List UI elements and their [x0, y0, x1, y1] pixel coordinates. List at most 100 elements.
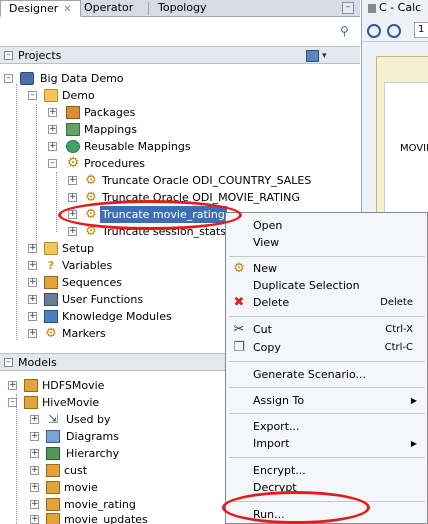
menu-separator — [229, 316, 425, 317]
menu-item-decrypt[interactable]: Decrypt — [226, 479, 427, 497]
procedure-label: Truncate Oracle ODI_MOVIE_RATING — [102, 191, 300, 204]
tree-node-project[interactable]: – Big Data Demo — [0, 70, 350, 87]
menu-item-import[interactable]: Import ▶ — [226, 435, 427, 453]
menu-item-view[interactable]: View — [226, 234, 427, 252]
tab-topology[interactable]: Topology — [150, 0, 215, 17]
menu-item-label: New — [253, 262, 277, 275]
expand-icon[interactable]: + — [30, 515, 39, 524]
menu-item-generate-scenario[interactable]: Generate Scenario... — [226, 366, 427, 384]
expand-icon[interactable]: + — [28, 278, 37, 287]
expand-icon[interactable]: + — [30, 432, 39, 441]
tree-node-procedures[interactable]: – ⚙ Procedures — [0, 155, 350, 172]
collapse-icon[interactable]: – — [8, 398, 17, 407]
expand-icon[interactable]: + — [28, 244, 37, 253]
menu-item-encrypt[interactable]: Encrypt... — [226, 462, 427, 480]
projects-header[interactable]: – Projects ▾ — [0, 46, 360, 64]
new-project-icon[interactable] — [306, 50, 319, 62]
tree-node-datastore[interactable]: + cust — [0, 462, 230, 479]
menu-item-new[interactable]: ⚙ New — [226, 260, 427, 278]
menu-item-delete[interactable]: ✖ Delete Delete — [226, 294, 427, 312]
collapse-icon[interactable]: – — [4, 51, 13, 60]
expand-icon[interactable]: + — [48, 142, 57, 151]
expand-icon[interactable]: + — [8, 381, 17, 390]
tree-node-datastore[interactable]: + movie_updates — [0, 511, 230, 524]
submenu-arrow-icon: ▶ — [410, 396, 417, 405]
procedure-icon: ⚙ — [85, 224, 97, 239]
collapse-icon[interactable]: – — [4, 358, 13, 367]
expand-icon[interactable]: + — [30, 449, 39, 458]
tree-node-used-by[interactable]: + ⇲ Used by — [0, 411, 230, 428]
tree-node-folder[interactable]: – Demo — [0, 87, 350, 104]
tree-item-label: Used by — [66, 413, 111, 426]
user-function-icon — [44, 293, 58, 306]
expand-icon[interactable]: + — [30, 500, 39, 509]
expand-icon[interactable]: + — [28, 312, 37, 321]
tree-node-packages[interactable]: + Packages — [0, 104, 350, 121]
tab-designer[interactable]: Designer ✕ — [0, 0, 81, 17]
minimize-icon[interactable]: – — [342, 2, 354, 14]
folder-icon — [44, 242, 58, 255]
variable-icon: ? — [47, 259, 55, 272]
tree-node-diagrams[interactable]: + Diagrams — [0, 428, 230, 445]
expand-icon[interactable]: + — [68, 210, 77, 219]
selected-procedure-label: Truncate movie_rating — [100, 206, 227, 223]
datastore-icon — [46, 498, 60, 511]
menu-item-open[interactable]: Open — [226, 217, 427, 235]
expand-icon[interactable]: + — [68, 176, 77, 185]
tree-node-procedure[interactable]: + ⚙ Truncate Oracle ODI_MOVIE_RATING — [0, 189, 350, 206]
tree-node-model[interactable]: – HiveMovie — [0, 394, 230, 411]
expand-icon[interactable]: + — [28, 261, 37, 270]
datastore-icon — [46, 481, 60, 494]
collapse-icon[interactable]: – — [48, 159, 57, 168]
menu-item-export[interactable]: Export... — [226, 418, 427, 436]
menu-item-shortcut: Ctrl-X — [385, 324, 413, 335]
zoom-out-icon[interactable] — [387, 24, 401, 38]
menu-item-copy[interactable]: ❐ Copy Ctrl-C — [226, 339, 427, 357]
expand-icon[interactable]: + — [48, 125, 57, 134]
datastore-label: movie — [64, 481, 98, 494]
menu-item-run[interactable]: Run... — [226, 506, 427, 524]
expand-icon[interactable]: + — [48, 108, 57, 117]
tree-node-reusable-mappings[interactable]: + Reusable Mappings — [0, 138, 350, 155]
tree-node-datastore[interactable]: + movie — [0, 479, 230, 496]
collapse-icon[interactable]: – — [28, 91, 37, 100]
editor-tab-label: C - Calc — [379, 1, 422, 14]
zoom-field[interactable]: 1 — [414, 22, 428, 38]
tree-item-label: Packages — [84, 106, 136, 119]
expand-icon[interactable]: + — [30, 415, 39, 424]
expand-icon[interactable]: + — [28, 295, 37, 304]
procedure-label: Truncate session_stats — [102, 225, 226, 238]
menu-item-cut[interactable]: ✂ Cut Ctrl-X — [226, 321, 427, 339]
tree-node-mappings[interactable]: + Mappings — [0, 121, 350, 138]
model-label: HiveMovie — [42, 396, 100, 409]
editor-tab[interactable]: C - Calc — [366, 0, 421, 17]
menu-item-assign-to[interactable]: Assign To ▶ — [226, 392, 427, 410]
tree-node-hierarchy[interactable]: + Hierarchy — [0, 445, 230, 462]
menu-item-duplicate[interactable]: Duplicate Selection — [226, 277, 427, 295]
package-icon — [66, 106, 80, 119]
tree-node-procedure[interactable]: + ⚙ Truncate Oracle ODI_COUNTRY_SALES — [0, 172, 350, 189]
zoom-in-icon[interactable] — [367, 24, 381, 38]
menu-item-label: Open — [253, 219, 283, 232]
close-icon[interactable]: ✕ — [63, 4, 71, 15]
tree-item-label: Setup — [62, 242, 95, 255]
expand-icon[interactable]: + — [30, 483, 39, 492]
collapse-icon[interactable]: – — [4, 74, 13, 83]
tree-item-label: Hierarchy — [66, 447, 120, 460]
expand-icon[interactable]: + — [28, 329, 37, 338]
project-icon — [20, 72, 34, 85]
marker-icon: ⚙ — [45, 326, 57, 341]
expand-icon[interactable]: + — [68, 227, 77, 236]
chevron-down-icon[interactable]: ▾ — [322, 50, 335, 62]
connect-icon[interactable]: ⚲ — [340, 24, 349, 38]
datastore-icon — [46, 513, 60, 524]
datastore-label: cust — [64, 464, 88, 477]
menu-item-label: Generate Scenario... — [253, 368, 366, 381]
expand-icon[interactable]: + — [68, 193, 77, 202]
tab-operator[interactable]: Operator — [76, 0, 141, 17]
diagram-icon — [46, 430, 60, 443]
tree-item-label: User Functions — [62, 293, 144, 306]
expand-icon[interactable]: + — [30, 466, 39, 475]
tree-item-label: Sequences — [62, 276, 122, 289]
tree-node-model[interactable]: + HDFSMovie — [0, 377, 230, 394]
